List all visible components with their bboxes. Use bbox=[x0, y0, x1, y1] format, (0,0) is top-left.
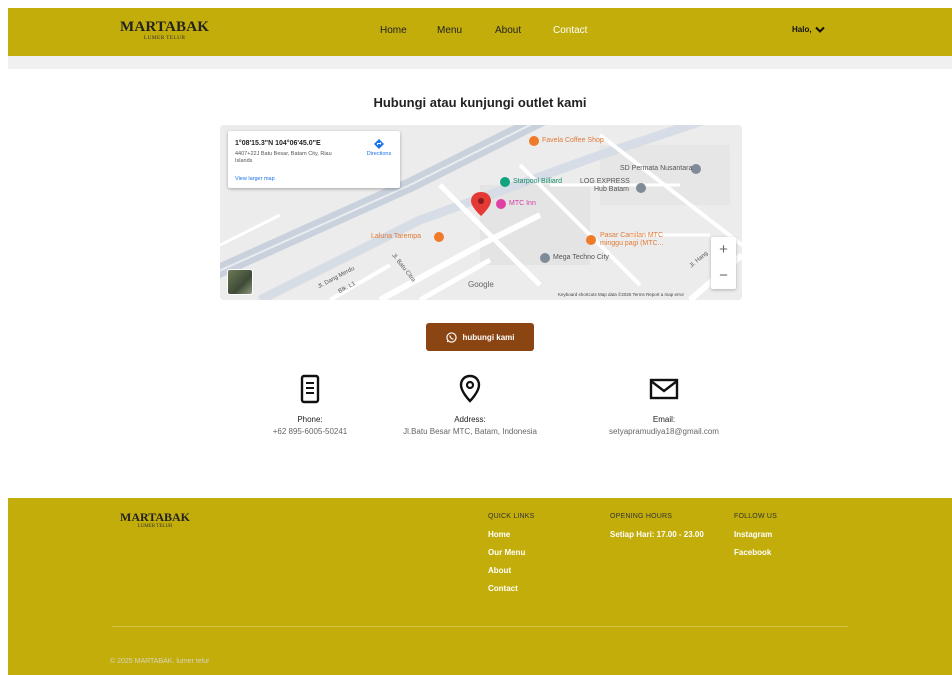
footer-link-our-menu[interactable]: Our Menu bbox=[488, 544, 535, 562]
brand-name: MARTABAK bbox=[120, 19, 210, 35]
google-logo: Google bbox=[468, 280, 494, 289]
zoom-out-button[interactable]: − bbox=[711, 263, 736, 289]
nav-about[interactable]: About bbox=[495, 25, 521, 36]
page: MARTABAK LUMER TELUR Home Menu About Con… bbox=[8, 8, 952, 675]
site-footer: MARTABAK LUMER TELUR QUICK LINKS Home Ou… bbox=[8, 498, 952, 675]
map-label-laluna[interactable]: Laluna Tarempa bbox=[371, 233, 421, 240]
email-label: Email: bbox=[652, 415, 676, 424]
zoom-in-button[interactable]: + bbox=[711, 237, 736, 263]
phone-icon bbox=[300, 374, 320, 404]
contact-us-button[interactable]: hubungi kami bbox=[426, 323, 534, 351]
map-label-log-express[interactable]: LOG EXPRESS bbox=[580, 178, 630, 185]
opening-hours-text: Setiap Hari: 17.00 - 23.00 bbox=[610, 530, 704, 539]
footer-quick-links: QUICK LINKS Home Our Menu About Contact bbox=[488, 513, 535, 598]
brand-subtitle: LUMER TELUR bbox=[143, 35, 186, 41]
whatsapp-icon bbox=[445, 331, 457, 343]
email-block: Email: setyapramudiya18@gmail.com bbox=[564, 374, 764, 436]
opening-hours-heading: OPENING HOURS bbox=[610, 513, 673, 520]
map-label-starpool[interactable]: Starpool Billiard bbox=[513, 178, 562, 185]
footer-brand-subtitle: LUMER TELUR bbox=[137, 524, 173, 529]
footer-link-about[interactable]: About bbox=[488, 562, 535, 580]
map-label-pasar-2[interactable]: minggu pagi (MTC... bbox=[600, 240, 663, 247]
footer-brand: MARTABAK LUMER TELUR bbox=[120, 511, 190, 529]
map-attribution[interactable]: Keyboard shortcuts Map data ©2025 Terms … bbox=[558, 292, 684, 297]
user-greeting: Halo, bbox=[792, 25, 812, 34]
directions-icon bbox=[374, 139, 384, 149]
address-label: Address: bbox=[454, 415, 486, 424]
header-subbar bbox=[8, 56, 952, 69]
map-label-sd[interactable]: SD Permata Nusantara bbox=[620, 165, 692, 172]
view-larger-map-link[interactable]: View larger map bbox=[235, 176, 275, 182]
footer-opening-hours: OPENING HOURS Setiap Hari: 17.00 - 23.00 bbox=[610, 513, 704, 544]
follow-us-heading: FOLLOW US bbox=[734, 513, 778, 520]
footer-brand-name: MARTABAK bbox=[120, 510, 191, 524]
footer-link-instagram[interactable]: Instagram bbox=[734, 526, 777, 544]
mail-icon bbox=[649, 378, 679, 400]
map-label-mtc-inn[interactable]: MTC Inn bbox=[509, 200, 536, 207]
footer-link-home[interactable]: Home bbox=[488, 526, 535, 544]
contact-us-label: hubungi kami bbox=[462, 332, 515, 342]
map-satellite-toggle[interactable] bbox=[227, 269, 253, 295]
site-header: MARTABAK LUMER TELUR Home Menu About Con… bbox=[8, 8, 952, 56]
zoom-control: + − bbox=[711, 237, 736, 289]
map-label-pasar-1[interactable]: Pasar Camilan MTC bbox=[600, 232, 663, 239]
chevron-down-icon bbox=[814, 26, 825, 33]
embedded-map[interactable]: Favela Coffee Shop SD Permata Nusantara … bbox=[220, 125, 742, 300]
nav-menu[interactable]: Menu bbox=[437, 25, 462, 36]
copyright: © 2025 MARTABAK. lumer telur bbox=[110, 658, 210, 665]
user-menu[interactable]: Halo, bbox=[792, 25, 825, 34]
quick-links-heading: QUICK LINKS bbox=[488, 513, 535, 520]
map-label-log-hub[interactable]: Hub Batam bbox=[594, 186, 629, 193]
directions-button[interactable]: Directions bbox=[361, 139, 397, 157]
brand-logo[interactable]: MARTABAK LUMER TELUR bbox=[120, 20, 209, 42]
address-value: Jl.Batu Besar MTC, Batam, Indonesia bbox=[403, 427, 537, 436]
footer-follow-us: FOLLOW US Instagram Facebook bbox=[734, 513, 777, 562]
page-title: Hubungi atau kunjungi outlet kami bbox=[373, 95, 587, 110]
address-block: Address: Jl.Batu Besar MTC, Batam, Indon… bbox=[370, 374, 570, 436]
location-pin-icon bbox=[459, 374, 481, 403]
map-info-card: 1°08'15.3"N 104°06'45.0"E 4407+22J Batu … bbox=[228, 131, 400, 188]
nav-contact[interactable]: Contact bbox=[553, 25, 587, 36]
map-label-favela[interactable]: Favela Coffee Shop bbox=[542, 137, 604, 144]
footer-link-contact[interactable]: Contact bbox=[488, 580, 535, 598]
directions-label: Directions bbox=[366, 151, 392, 157]
footer-link-facebook[interactable]: Facebook bbox=[734, 544, 777, 562]
footer-divider bbox=[112, 626, 848, 627]
map-coordinates: 1°08'15.3"N 104°06'45.0"E bbox=[235, 140, 321, 147]
email-value[interactable]: setyapramudiya18@gmail.com bbox=[564, 427, 764, 436]
map-address: 4407+22J Batu Besar, Batam City, Riau Is… bbox=[235, 151, 332, 165]
nav-home[interactable]: Home bbox=[380, 25, 407, 36]
map-label-mega[interactable]: Mega Techno City bbox=[553, 254, 609, 261]
